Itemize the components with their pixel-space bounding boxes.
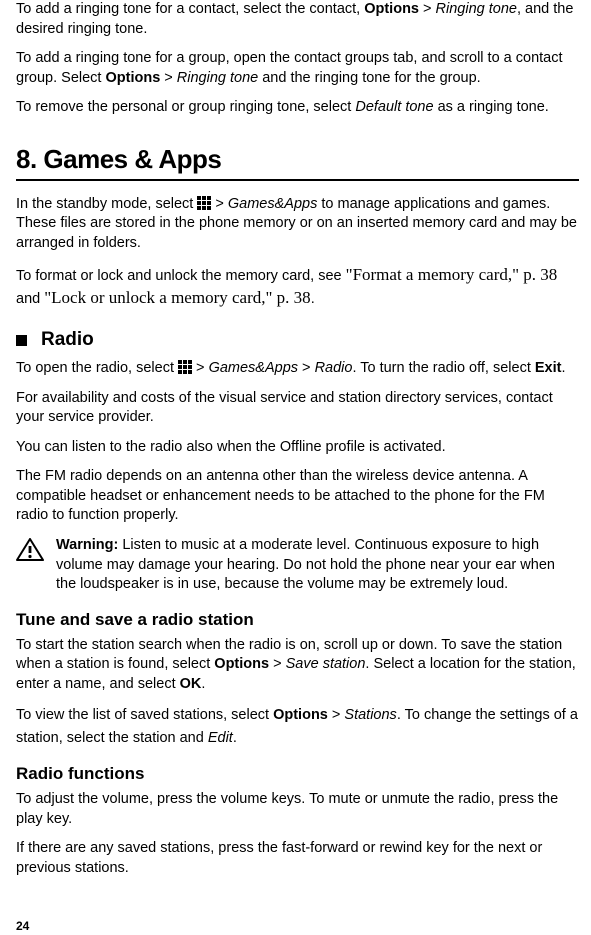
sep: > — [328, 707, 345, 723]
warning-block: Warning: Listen to music at a moderate l… — [16, 536, 579, 595]
paragraph-format-card: To format or lock and unlock the memory … — [16, 264, 579, 310]
paragraph-availability: For availability and costs of the visual… — [16, 389, 579, 428]
options-label: Options — [273, 707, 328, 723]
subsection-heading-tune: Tune and save a radio station — [16, 609, 579, 632]
text: and the ringing tone for the group. — [258, 70, 481, 86]
subsection-heading-functions: Radio functions — [16, 763, 579, 786]
text: To view the list of saved stations, sele… — [16, 707, 273, 723]
warning-text: Warning: Listen to music at a moderate l… — [56, 536, 579, 595]
paragraph-antenna: The FM radio depends on an antenna other… — [16, 467, 579, 526]
text: . — [201, 676, 205, 692]
ok-label: OK — [180, 676, 202, 692]
stations-label: Stations — [344, 707, 396, 723]
sep: > — [419, 1, 436, 17]
page-number: 24 — [16, 918, 579, 934]
exit-label: Exit — [535, 360, 562, 376]
options-label: Options — [214, 656, 269, 672]
sep: > — [192, 360, 209, 376]
warning-icon — [16, 538, 44, 562]
text: To open the radio, select — [16, 360, 178, 376]
text: and — [16, 291, 44, 307]
sep: > — [211, 196, 228, 212]
games-apps-label: Games&Apps — [228, 196, 317, 212]
paragraph-remove-tone: To remove the personal or group ringing … — [16, 98, 579, 118]
xref-lock-card: "Lock or unlock a memory card," p. 38 — [44, 288, 310, 307]
paragraph-saved-stations: If there are any saved stations, press t… — [16, 839, 579, 878]
text: as a ringing tone. — [434, 99, 549, 115]
radio-label: Radio — [315, 360, 353, 376]
menu-key-icon — [178, 360, 192, 374]
paragraph-stations-list: To view the list of saved stations, sele… — [16, 704, 579, 749]
paragraph-group-tone: To add a ringing tone for a group, open … — [16, 49, 579, 88]
paragraph-standby: In the standby mode, select > Games&Apps… — [16, 195, 579, 254]
section-bullet-icon — [16, 335, 27, 346]
text: . To turn the radio off, select — [352, 360, 534, 376]
sep: > — [160, 70, 177, 86]
section-title: Radio — [41, 327, 94, 353]
section-heading-radio: Radio — [16, 327, 579, 353]
text: . — [311, 291, 315, 307]
text: To add a ringing tone for a contact, sel… — [16, 1, 364, 17]
default-tone-label: Default tone — [355, 99, 433, 115]
text: In the standby mode, select — [16, 196, 197, 212]
paragraph-open-radio: To open the radio, select > Games&Apps >… — [16, 359, 579, 379]
sep: > — [269, 656, 286, 672]
warning-label: Warning: — [56, 537, 118, 553]
sep: > — [298, 360, 315, 376]
menu-key-icon — [197, 196, 211, 210]
ringing-tone-label: Ringing tone — [436, 1, 517, 17]
text: . — [233, 730, 237, 746]
text: To remove the personal or group ringing … — [16, 99, 355, 115]
save-station-label: Save station — [286, 656, 366, 672]
paragraph-tune-save: To start the station search when the rad… — [16, 636, 579, 695]
chapter-heading: 8. Games & Apps — [16, 142, 579, 177]
options-label: Options — [105, 70, 160, 86]
options-label: Options — [364, 1, 419, 17]
edit-label: Edit — [208, 730, 233, 746]
text: To format or lock and unlock the memory … — [16, 268, 346, 284]
paragraph-volume: To adjust the volume, press the volume k… — [16, 790, 579, 829]
games-apps-label: Games&Apps — [209, 360, 298, 376]
ringing-tone-label: Ringing tone — [177, 70, 258, 86]
chapter-divider — [16, 179, 579, 181]
paragraph-offline: You can listen to the radio also when th… — [16, 438, 579, 458]
xref-format-card: "Format a memory card," p. 38 — [346, 265, 558, 284]
text: Listen to music at a moderate level. Con… — [56, 537, 555, 592]
text: . — [561, 360, 565, 376]
paragraph-contact-tone: To add a ringing tone for a contact, sel… — [16, 0, 579, 39]
